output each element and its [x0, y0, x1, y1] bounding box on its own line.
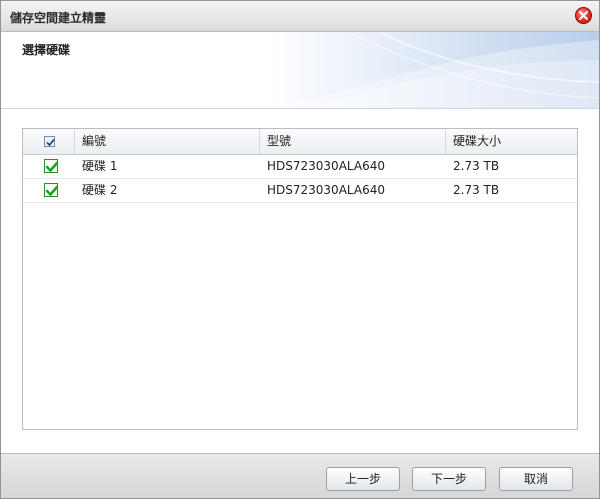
disk-model: HDS723030ALA640 — [267, 183, 385, 197]
disk-table: 編號 型號 硬碟大小 硬碟 1 HDS723030ALA640 2.73 TB — [22, 128, 578, 430]
next-button[interactable]: 下一步 — [412, 467, 486, 491]
table-row[interactable]: 硬碟 1 HDS723030ALA640 2.73 TB — [23, 155, 577, 179]
step-header: 選擇硬碟 — [1, 32, 599, 109]
disk-model: HDS723030ALA640 — [267, 159, 385, 173]
column-header-model[interactable]: 型號 — [260, 129, 446, 154]
disk-id: 硬碟 2 — [82, 183, 118, 197]
checkmark-icon — [46, 138, 55, 147]
close-button[interactable] — [575, 7, 592, 24]
button-bar: 上一步 下一步 取消 — [1, 453, 599, 498]
row-checkbox[interactable] — [44, 183, 59, 197]
wizard-window: 儲存空間建立精靈 選擇硬碟 編號 型號 硬碟大小 硬碟 1 HDS723030A… — [0, 0, 600, 499]
cancel-button[interactable]: 取消 — [499, 467, 573, 491]
row-select-cell — [23, 155, 75, 178]
checkmark-icon — [45, 161, 59, 173]
disk-size: 2.73 TB — [453, 183, 500, 197]
close-icon — [579, 11, 588, 20]
table-row[interactable]: 硬碟 2 HDS723030ALA640 2.73 TB — [23, 179, 577, 203]
select-all-checkbox[interactable] — [44, 136, 55, 147]
column-header-size[interactable]: 硬碟大小 — [446, 129, 577, 154]
disk-id: 硬碟 1 — [82, 159, 118, 173]
checkmark-icon — [45, 185, 59, 197]
row-checkbox[interactable] — [44, 159, 59, 173]
row-select-cell — [23, 179, 75, 202]
column-header-id[interactable]: 編號 — [75, 129, 260, 154]
disk-size: 2.73 TB — [453, 159, 500, 173]
select-all-column-header — [23, 129, 75, 154]
back-button[interactable]: 上一步 — [326, 467, 400, 491]
step-title: 選擇硬碟 — [22, 43, 71, 57]
content-area: 編號 型號 硬碟大小 硬碟 1 HDS723030ALA640 2.73 TB — [1, 109, 599, 453]
window-title: 儲存空間建立精靈 — [10, 11, 107, 25]
header-wave-decoration — [269, 32, 599, 108]
table-header: 編號 型號 硬碟大小 — [23, 129, 577, 155]
title-bar: 儲存空間建立精靈 — [1, 1, 599, 32]
